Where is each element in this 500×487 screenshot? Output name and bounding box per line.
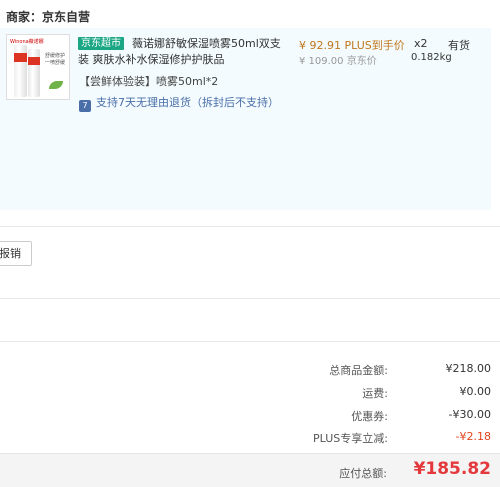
- quantity: x2: [414, 37, 428, 50]
- summary-label: PLUS专享立减:: [313, 432, 388, 445]
- spray-bottle-image: [14, 45, 27, 97]
- summary-value: ¥0.00: [459, 385, 492, 398]
- product-thumbnail[interactable]: Winona薇诺娜 舒缓修护 一喷舒缓: [6, 34, 70, 100]
- return-service-text: 支持7天无理由退货（拆封后不支持）: [96, 96, 279, 109]
- thumbnail-caption: 舒缓修护 一喷舒缓: [45, 53, 66, 66]
- jd-supermarket-badge: 京东超市: [78, 37, 124, 50]
- product-title-block[interactable]: 京东超市 薇诺娜舒敏保湿喷雾50ml双支装 爽肤水补水保湿修护护肤品: [78, 36, 283, 68]
- total-label: 应付总额:: [339, 467, 387, 480]
- gift-text: 【尝鲜体验装】喷雾50ml*2: [79, 75, 219, 88]
- stock-status: 有货: [448, 39, 470, 52]
- total-value: ¥185.82: [413, 459, 491, 479]
- divider: [0, 341, 500, 342]
- weight: 0.182kg: [411, 52, 452, 63]
- summary-label: 总商品金额:: [329, 364, 388, 377]
- merchant-label: 商家：: [6, 10, 43, 24]
- divider: [0, 226, 500, 227]
- plus-price: ¥ 92.91 PLUS到手价: [299, 39, 405, 52]
- merchant-row: 商家：京东自营: [0, 0, 500, 30]
- return-service-icon: 7: [79, 100, 91, 112]
- thumbnail-brand-text: Winona薇诺娜: [10, 39, 44, 45]
- leaf-icon: [49, 81, 63, 89]
- summary-value: -¥30.00: [448, 408, 491, 421]
- merchant-name: 京东自营: [42, 10, 91, 24]
- total-payable-bar: 应付总额: ¥185.82: [0, 453, 500, 487]
- summary-label: 运费:: [362, 387, 388, 400]
- summary-label: 优惠券:: [351, 410, 388, 423]
- jd-price: ¥ 109.00 京东价: [299, 56, 377, 67]
- divider: [0, 298, 500, 299]
- summary-value: -¥2.18: [455, 430, 491, 443]
- spray-bottle-image: [28, 49, 40, 97]
- summary-value: ¥218.00: [445, 362, 492, 375]
- return-service-row: 7 支持7天无理由退货（拆封后不支持）: [79, 94, 279, 112]
- report-button[interactable]: 报销: [0, 241, 32, 266]
